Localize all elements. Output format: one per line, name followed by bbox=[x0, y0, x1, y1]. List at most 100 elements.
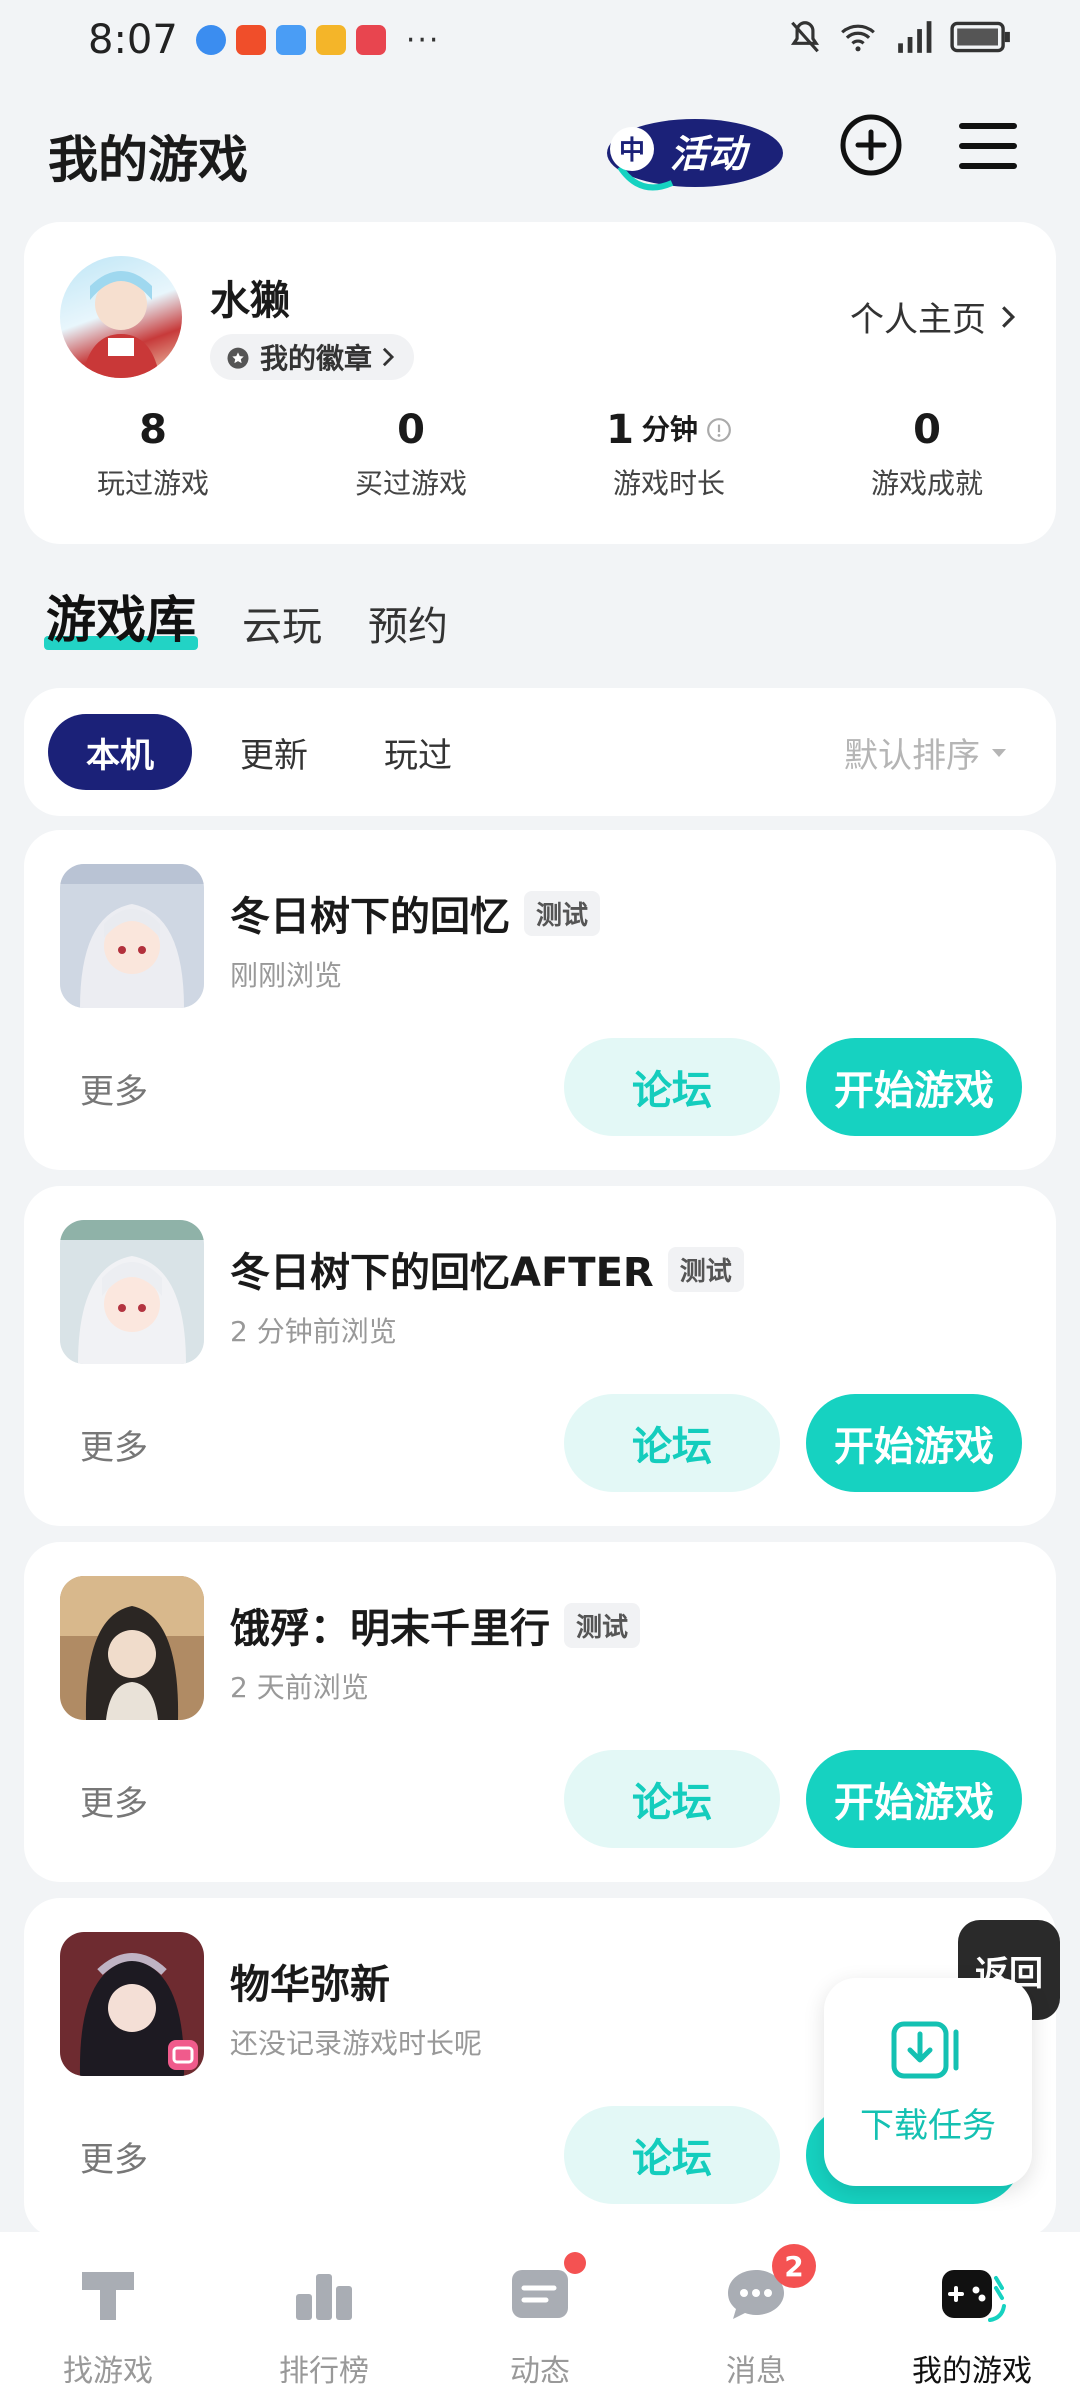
nav-find-game[interactable]: 找游戏 bbox=[0, 2232, 216, 2400]
nav-feed[interactable]: 动态 bbox=[432, 2232, 648, 2400]
nav-my-games[interactable]: 我的游戏 bbox=[864, 2232, 1080, 2400]
more-button[interactable]: 更多 bbox=[80, 1064, 148, 1113]
caret-down-icon bbox=[992, 748, 1006, 757]
activity-logo[interactable]: 中 活动 bbox=[600, 105, 790, 195]
status-app-icons: ··· bbox=[195, 22, 441, 58]
forum-button[interactable]: 论坛 bbox=[564, 1750, 780, 1848]
cloud-app-icon bbox=[275, 25, 306, 55]
stat-bought-games[interactable]: 0 买过游戏 bbox=[282, 406, 540, 502]
game-title-row[interactable]: 冬日树下的回忆AFTER 测试 bbox=[230, 1240, 744, 1298]
message-badge: 2 bbox=[772, 2244, 816, 2288]
start-game-button[interactable]: 开始游戏 bbox=[806, 1038, 1022, 1136]
more-button[interactable]: 更多 bbox=[80, 1776, 148, 1825]
leaderboard-icon bbox=[296, 2274, 352, 2320]
stat-value: 1 bbox=[606, 407, 634, 453]
game-last-viewed: 还没记录游戏时长呢 bbox=[230, 2027, 483, 2060]
unread-dot bbox=[564, 2252, 586, 2274]
homepage-label: 个人主页 bbox=[850, 300, 986, 340]
top-header: 我的游戏 中 活动 bbox=[0, 100, 1080, 200]
forum-button[interactable]: 论坛 bbox=[564, 1038, 780, 1136]
game-name: 冬日树下的回忆AFTER bbox=[230, 1250, 654, 1296]
avatar[interactable] bbox=[60, 256, 182, 378]
stat-value: 0 bbox=[913, 407, 941, 453]
filter-played[interactable]: 玩过 bbox=[368, 714, 468, 790]
signal-icon bbox=[898, 21, 932, 53]
game-name: 物华弥新 bbox=[230, 1962, 390, 2008]
more-button[interactable]: 更多 bbox=[80, 1420, 148, 1469]
stat-value: 8 bbox=[139, 407, 167, 453]
homepage-link[interactable]: 个人主页 bbox=[850, 292, 1016, 341]
download-tasks-label: 下载任务 bbox=[860, 2105, 996, 2146]
medal-icon bbox=[227, 347, 249, 369]
test-tag: 测试 bbox=[667, 1246, 744, 1292]
tab-game-library[interactable]: 游戏库 bbox=[44, 580, 198, 652]
game-last-viewed: 刚刚浏览 bbox=[230, 959, 343, 992]
test-tag: 测试 bbox=[564, 1602, 641, 1648]
tab-reservations[interactable]: 预约 bbox=[368, 594, 448, 652]
chevron-right-icon bbox=[382, 347, 395, 367]
profile-card: 水獭 我的徽章 个人主页 8 玩过游戏 0 买过游戏 1 分钟 游戏时长 0 游… bbox=[24, 222, 1056, 544]
svg-text:中: 中 bbox=[619, 136, 645, 166]
more-button[interactable]: 更多 bbox=[80, 2132, 148, 2181]
game-card: 饿殍：明末千里行 测试 2 天前浏览 更多 论坛 开始游戏 bbox=[24, 1542, 1056, 1882]
status-time: 8:07 bbox=[88, 17, 178, 63]
game-title-row[interactable]: 冬日树下的回忆 测试 bbox=[230, 884, 601, 942]
stat-play-time[interactable]: 1 分钟 游戏时长 bbox=[540, 406, 798, 502]
stat-value: 0 bbox=[397, 407, 425, 453]
game-card: 冬日树下的回忆 测试 刚刚浏览 更多 论坛 开始游戏 bbox=[24, 830, 1056, 1170]
start-game-button[interactable]: 开始游戏 bbox=[806, 1750, 1022, 1848]
library-tabs: 游戏库 云玩 预约 bbox=[44, 580, 448, 652]
game-icon[interactable] bbox=[60, 864, 204, 1008]
filter-local[interactable]: 本机 bbox=[48, 714, 192, 790]
sort-dropdown[interactable]: 默认排序 bbox=[844, 728, 1008, 777]
info-icon[interactable] bbox=[706, 417, 732, 443]
chevron-right-icon bbox=[1002, 305, 1016, 328]
add-icon[interactable] bbox=[838, 112, 904, 178]
find-game-icon bbox=[82, 2272, 134, 2320]
game-last-viewed: 2 分钟前浏览 bbox=[230, 1315, 397, 1348]
stat-label: 玩过游戏 bbox=[96, 467, 209, 500]
store-app-icon bbox=[355, 25, 386, 55]
mail-app-icon bbox=[315, 25, 346, 55]
filter-bar: 本机 更新 玩过 默认排序 bbox=[24, 688, 1056, 816]
game-title-row[interactable]: 饿殍：明末千里行 测试 bbox=[230, 1596, 641, 1654]
game-title-row[interactable]: 物华弥新 bbox=[230, 1952, 390, 2010]
tab-cloud-play[interactable]: 云玩 bbox=[242, 594, 322, 652]
menu-icon[interactable] bbox=[958, 118, 1018, 174]
bottom-nav: 找游戏 排行榜 动态 2 消息 我的游戏 bbox=[0, 2232, 1080, 2400]
forum-button[interactable]: 论坛 bbox=[564, 2106, 780, 2204]
my-badges-button[interactable]: 我的徽章 bbox=[210, 334, 415, 380]
wifi-icon bbox=[841, 24, 875, 52]
stat-unit: 分钟 bbox=[641, 413, 698, 446]
test-tag: 测试 bbox=[524, 890, 601, 936]
mute-bell-icon bbox=[790, 21, 820, 53]
battery-icon bbox=[950, 21, 1010, 53]
download-tasks-button[interactable]: 下载任务 bbox=[824, 1978, 1032, 2186]
sort-label: 默认排序 bbox=[844, 736, 980, 776]
stat-label: 买过游戏 bbox=[354, 467, 467, 500]
nav-label: 消息 bbox=[726, 2354, 786, 2389]
more-notifications: ··· bbox=[405, 22, 441, 58]
download-icon bbox=[891, 2021, 959, 2078]
game-icon[interactable] bbox=[60, 1576, 204, 1720]
stat-achievements[interactable]: 0 游戏成就 bbox=[798, 406, 1056, 502]
game-card: 冬日树下的回忆AFTER 测试 2 分钟前浏览 更多 论坛 开始游戏 bbox=[24, 1186, 1056, 1526]
game-name: 饿殍：明末千里行 bbox=[230, 1606, 550, 1652]
nav-messages[interactable]: 2 消息 bbox=[648, 2232, 864, 2400]
game-icon[interactable] bbox=[60, 1220, 204, 1364]
browser-app-icon bbox=[195, 25, 226, 55]
filter-updates[interactable]: 更新 bbox=[224, 714, 324, 790]
forum-button[interactable]: 论坛 bbox=[564, 1394, 780, 1492]
gamepad-icon bbox=[942, 2270, 1006, 2322]
stat-label: 游戏成就 bbox=[870, 467, 983, 500]
nav-label: 我的游戏 bbox=[912, 2354, 1032, 2389]
nav-leaderboard[interactable]: 排行榜 bbox=[216, 2232, 432, 2400]
stat-played-games[interactable]: 8 玩过游戏 bbox=[24, 406, 282, 502]
game-name: 冬日树下的回忆 bbox=[230, 894, 510, 940]
nav-label: 动态 bbox=[510, 2354, 570, 2389]
feed-icon bbox=[512, 2270, 568, 2318]
start-game-button[interactable]: 开始游戏 bbox=[806, 1394, 1022, 1492]
game-icon[interactable] bbox=[60, 1932, 204, 2076]
user-name: 水獭 bbox=[210, 278, 290, 324]
game-last-viewed: 2 天前浏览 bbox=[230, 1671, 369, 1704]
